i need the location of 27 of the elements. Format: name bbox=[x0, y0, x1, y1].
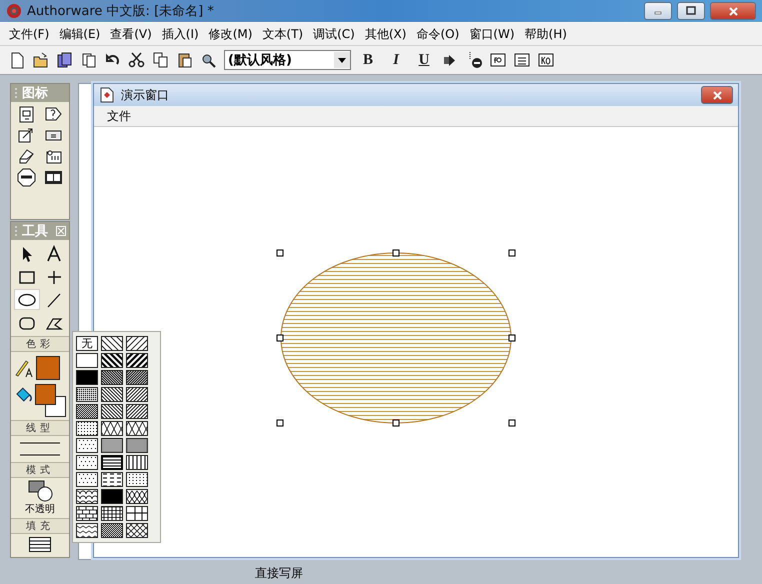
window-title: 演示窗口 bbox=[121, 86, 170, 104]
underline-button[interactable]: U bbox=[413, 52, 435, 68]
section-header: 填充 bbox=[11, 518, 69, 534]
status-text: 直接写屏 bbox=[255, 565, 303, 582]
palette-title: 工具 bbox=[22, 223, 48, 240]
palette-title: 图标 bbox=[22, 85, 48, 102]
menu-item[interactable]: 编辑(E) bbox=[54, 26, 106, 42]
bold-button[interactable]: B bbox=[357, 52, 379, 68]
menu-item[interactable]: 命令(O) bbox=[411, 26, 464, 42]
style-select[interactable]: (默认风格) bbox=[224, 50, 351, 70]
menu-item[interactable]: 窗口(W) bbox=[464, 26, 520, 42]
menu-item[interactable]: 调试(C) bbox=[308, 26, 360, 42]
menu-item[interactable]: 帮助(H) bbox=[520, 26, 572, 42]
menu-item[interactable]: 其他(X) bbox=[360, 26, 412, 42]
mode-label: 不透明 bbox=[25, 502, 55, 516]
pattern-swatch[interactable]: 无 bbox=[76, 336, 98, 351]
window-title: Authorware 中文版: [未命名] * bbox=[27, 3, 215, 20]
italic-button[interactable]: I bbox=[385, 52, 407, 68]
section-header: 模式 bbox=[11, 462, 69, 478]
menu-item[interactable]: 文本(T) bbox=[257, 26, 308, 42]
menu-item[interactable]: 查看(V) bbox=[105, 26, 157, 42]
menu-item[interactable]: 修改(M) bbox=[204, 26, 258, 42]
section-header: 色彩 bbox=[11, 336, 69, 352]
section-header: 线型 bbox=[11, 420, 69, 436]
menu-item[interactable]: 文件(F) bbox=[4, 26, 54, 42]
menu-item[interactable]: 文件 bbox=[102, 108, 136, 124]
menu-item[interactable]: 插入(I) bbox=[156, 26, 204, 42]
